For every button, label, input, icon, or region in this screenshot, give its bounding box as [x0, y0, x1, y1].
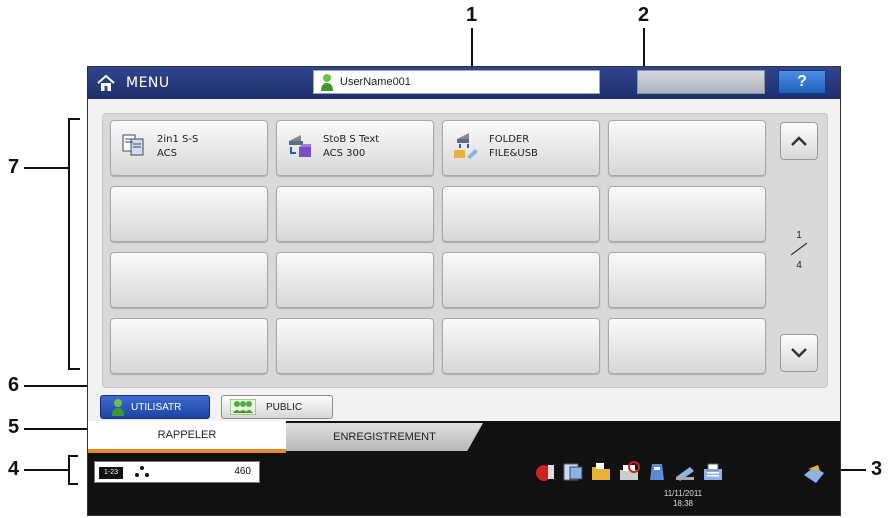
template-tile-2-label: StoB S Text ACS 300 [323, 133, 379, 161]
callout-5: 5 [8, 416, 20, 438]
user-templates-button[interactable]: UTILISATR [100, 395, 210, 419]
counter-value: 460 [234, 466, 251, 477]
callout-4: 4 [8, 458, 20, 480]
template-tile-6[interactable] [276, 186, 434, 242]
template-tile-3-label: FOLDER FILE&USB [489, 133, 538, 161]
template-tile-9[interactable] [110, 252, 268, 308]
callout-7-bracket-bottom [68, 368, 80, 370]
user-icon [321, 74, 333, 91]
template-tile-12[interactable] [608, 252, 766, 308]
scroll-up-button[interactable] [780, 122, 818, 160]
tab-recall[interactable]: RAPPELER [88, 421, 286, 453]
template-tile-3-line2: FILE&USB [489, 148, 538, 159]
mode-tabs: RAPPELER ENREGISTREMENT [88, 421, 840, 453]
template-tile-14[interactable] [276, 318, 434, 374]
tab-register[interactable]: ENREGISTREMENT [286, 423, 483, 451]
page-indicator: 1 4 [787, 224, 811, 284]
template-tile-13[interactable] [110, 318, 268, 374]
logout-button-disabled[interactable] [637, 70, 765, 94]
user-icon [112, 399, 124, 416]
public-templates-button[interactable]: PUBLIC [221, 395, 333, 419]
callout-4-bracket-bottom [68, 483, 78, 485]
template-tile-5[interactable] [110, 186, 268, 242]
date: 11/11/2011 [663, 489, 703, 498]
template-tile-2[interactable]: StoB S Text ACS 300 [276, 120, 434, 176]
template-tile-3-line1: FOLDER [489, 134, 530, 145]
callout-7-bracket [68, 118, 70, 370]
callout-4-bracket [68, 455, 70, 485]
page-divider [790, 242, 808, 256]
group-icon [230, 399, 256, 415]
menu-label: MENU [126, 75, 170, 91]
page-total: 4 [796, 260, 802, 271]
template-tile-2-line2: ACS 300 [323, 148, 366, 159]
counter-box: 1-23 460 [94, 461, 260, 483]
user-name: UserName001 [340, 76, 411, 88]
template-tile-4[interactable] [608, 120, 766, 176]
template-tile-16[interactable] [608, 318, 766, 374]
template-content: 2in1 S-S ACS StoB S Text ACS 300 FOLDER … [88, 99, 840, 421]
address-book-icon[interactable] [562, 461, 584, 483]
chevron-down-icon [791, 348, 807, 358]
callout-7-bracket-top [68, 118, 80, 120]
chevron-up-icon [791, 136, 807, 146]
copy-duplex-icon [122, 134, 144, 156]
template-tile-1-line1: 2in1 S-S [157, 134, 199, 145]
time: 18:38 [672, 499, 694, 508]
job-queue-icon [135, 466, 149, 477]
callout-4-bracket-top [68, 455, 78, 457]
toner-icon[interactable] [646, 461, 668, 483]
status-bar: 1-23 460 11/11/2011 18:38 [88, 453, 840, 515]
scanner-icon[interactable] [674, 461, 696, 483]
user-name-field[interactable]: UserName001 [313, 70, 600, 94]
callout-6: 6 [8, 374, 20, 396]
panel-screen: MENU UserName001 ? 2in1 S-S ACS StoB S T… [87, 66, 841, 516]
template-tile-2-line1: StoB S Text [323, 134, 380, 145]
home-icon [97, 74, 115, 91]
help-button[interactable]: ? [778, 70, 826, 94]
user-templates-label: UTILISATR [131, 401, 182, 413]
scan-to-box-icon [289, 135, 311, 157]
public-templates-label: PUBLIC [266, 401, 303, 413]
callout-1: 1 [466, 4, 478, 26]
template-tile-3[interactable]: FOLDER FILE&USB [442, 120, 600, 176]
folder-icon[interactable] [590, 461, 612, 483]
callout-2: 2 [638, 4, 650, 26]
template-tile-7[interactable] [442, 186, 600, 242]
job-status-icon[interactable] [802, 461, 828, 487]
template-grid: 2in1 S-S ACS StoB S Text ACS 300 FOLDER … [102, 113, 828, 388]
counter-id-badge: 1-23 [98, 466, 124, 480]
top-bar: MENU UserName001 ? [88, 67, 840, 99]
template-tile-1[interactable]: 2in1 S-S ACS [110, 120, 268, 176]
callout-7: 7 [8, 156, 20, 178]
maintenance-icon[interactable] [534, 461, 556, 483]
callout-3: 3 [871, 458, 883, 480]
template-tile-8[interactable] [608, 186, 766, 242]
template-tile-11[interactable] [442, 252, 600, 308]
page-current: 1 [796, 230, 802, 241]
template-tile-10[interactable] [276, 252, 434, 308]
template-tile-1-line2: ACS [157, 148, 177, 159]
template-tile-1-label: 2in1 S-S ACS [157, 133, 198, 161]
menu-button[interactable]: MENU [96, 71, 170, 95]
printer-icon[interactable] [702, 461, 724, 483]
template-tile-15[interactable] [442, 318, 600, 374]
callout-4-line [24, 469, 68, 471]
scroll-down-button[interactable] [780, 334, 818, 372]
date-time: 11/11/2011 18:38 [648, 489, 718, 509]
fax-blocked-icon[interactable] [618, 461, 640, 483]
callout-7-line [24, 167, 68, 169]
scan-to-folder-icon [454, 133, 478, 159]
